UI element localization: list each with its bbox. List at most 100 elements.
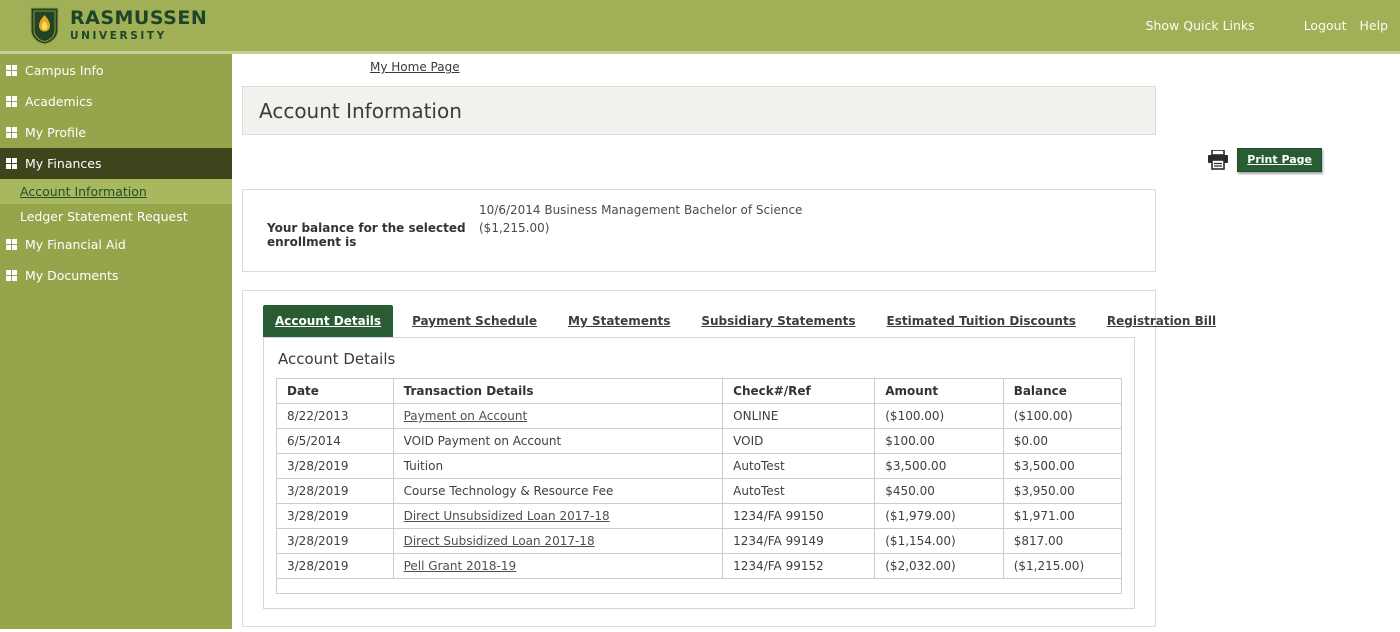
cell-ref: ONLINE [723, 404, 875, 429]
my-home-page-link[interactable]: My Home Page [370, 60, 460, 74]
cell-balance: ($100.00) [1003, 404, 1121, 429]
printer-icon[interactable] [1207, 150, 1230, 170]
tab-payment-schedule[interactable]: Payment Schedule [400, 305, 549, 337]
cell-balance: $3,950.00 [1003, 479, 1121, 504]
cell-date: 3/28/2019 [277, 504, 394, 529]
sidebar-item-my-financial-aid[interactable]: My Financial Aid [0, 229, 232, 260]
tab-subsidiary-statements[interactable]: Subsidiary Statements [689, 305, 867, 337]
header-links: Show Quick Links Logout Help [1146, 18, 1388, 33]
print-page-button[interactable]: Print Page [1237, 148, 1322, 172]
grid-icon [6, 158, 17, 169]
transaction-detail-link[interactable]: Direct Unsubsidized Loan 2017-18 [404, 509, 610, 523]
grid-icon [6, 127, 17, 138]
cell-amount: ($1,979.00) [875, 504, 1003, 529]
tab-registration-bill[interactable]: Registration Bill [1095, 305, 1228, 337]
balance-summary-box: 10/6/2014 Business Management Bachelor o… [242, 189, 1156, 272]
cell-details: Direct Subsidized Loan 2017-18 [393, 529, 723, 554]
cell-date: 3/28/2019 [277, 554, 394, 579]
cell-ref: 1234/FA 99150 [723, 504, 875, 529]
column-header-date: Date [277, 379, 394, 404]
table-row: 3/28/2019 Direct Unsubsidized Loan 2017-… [277, 504, 1122, 529]
sidebar-nav: Campus Info Academics My Profile My Fina… [0, 54, 232, 629]
cell-date: 3/28/2019 [277, 529, 394, 554]
sidebar-item-label: Campus Info [25, 63, 104, 78]
table-header-row: Date Transaction Details Check#/Ref Amou… [277, 379, 1122, 404]
cell-balance: $3,500.00 [1003, 454, 1121, 479]
table-row: 8/22/2013 Payment on Account ONLINE ($10… [277, 404, 1122, 429]
transactions-table: Date Transaction Details Check#/Ref Amou… [276, 378, 1122, 594]
column-header-ref: Check#/Ref [723, 379, 875, 404]
cell-amount: ($1,154.00) [875, 529, 1003, 554]
logo-text: RASMUSSEN UNIVERSITY [70, 9, 207, 42]
shield-flame-icon [30, 7, 59, 45]
grid-icon [6, 239, 17, 250]
tab-estimated-tuition-discounts[interactable]: Estimated Tuition Discounts [875, 305, 1088, 337]
tab-account-details[interactable]: Account Details [263, 305, 393, 337]
column-header-amount: Amount [875, 379, 1003, 404]
cell-details: Pell Grant 2018-19 [393, 554, 723, 579]
empty-footer-cell [277, 579, 1122, 594]
transaction-detail-link[interactable]: Payment on Account [404, 409, 528, 423]
table-row: 3/28/2019 Tuition AutoTest $3,500.00 $3,… [277, 454, 1122, 479]
cell-details: Tuition [393, 454, 723, 479]
transaction-detail-link[interactable]: Pell Grant 2018-19 [404, 559, 517, 573]
tab-my-statements[interactable]: My Statements [556, 305, 682, 337]
page-title: Account Information [259, 99, 462, 123]
grid-icon [6, 270, 17, 281]
cell-ref: VOID [723, 429, 875, 454]
sidebar-item-account-information[interactable]: Account Information [0, 179, 232, 204]
cell-balance: $1,971.00 [1003, 504, 1121, 529]
cell-date: 3/28/2019 [277, 479, 394, 504]
cell-ref: 1234/FA 99152 [723, 554, 875, 579]
table-row: 6/5/2014 VOID Payment on Account VOID $1… [277, 429, 1122, 454]
main-content: My Home Page Account Information Print P… [232, 54, 1400, 629]
cell-balance: ($1,215.00) [1003, 554, 1121, 579]
cell-ref: 1234/FA 99149 [723, 529, 875, 554]
show-quick-links-link[interactable]: Show Quick Links [1146, 18, 1255, 33]
balance-amount: ($1,215.00) [479, 221, 1155, 249]
cell-amount: ($2,032.00) [875, 554, 1003, 579]
column-header-details: Transaction Details [393, 379, 723, 404]
cell-amount: $100.00 [875, 429, 1003, 454]
cell-date: 6/5/2014 [277, 429, 394, 454]
balance-label: Your balance for the selected enrollment… [267, 221, 479, 249]
cell-ref: AutoTest [723, 454, 875, 479]
cell-balance: $817.00 [1003, 529, 1121, 554]
transaction-detail-link[interactable]: Direct Subsidized Loan 2017-18 [404, 534, 595, 548]
logo-subname: UNIVERSITY [70, 31, 207, 42]
grid-icon [6, 96, 17, 107]
sidebar-item-ledger-statement-request[interactable]: Ledger Statement Request [0, 204, 232, 229]
cell-date: 3/28/2019 [277, 454, 394, 479]
cell-amount: $3,500.00 [875, 454, 1003, 479]
table-row: 3/28/2019 Direct Subsidized Loan 2017-18… [277, 529, 1122, 554]
sidebar-item-label: My Finances [25, 156, 102, 171]
grid-icon [6, 65, 17, 76]
account-details-panel: Account Details Date Transaction Details… [263, 337, 1135, 609]
cell-details: Payment on Account [393, 404, 723, 429]
table-row: 3/28/2019 Pell Grant 2018-19 1234/FA 991… [277, 554, 1122, 579]
sidebar-item-label: My Profile [25, 125, 86, 140]
help-link[interactable]: Help [1360, 18, 1389, 33]
column-header-balance: Balance [1003, 379, 1121, 404]
section-title: Account Details [278, 350, 1122, 368]
cell-ref: AutoTest [723, 479, 875, 504]
account-tabs-panel: Account Details Payment Schedule My Stat… [242, 290, 1156, 627]
cell-amount: $450.00 [875, 479, 1003, 504]
cell-balance: $0.00 [1003, 429, 1121, 454]
enrollment-text: 10/6/2014 Business Management Bachelor o… [479, 203, 1155, 217]
sidebar-item-my-documents[interactable]: My Documents [0, 260, 232, 291]
top-header-bar: RASMUSSEN UNIVERSITY Show Quick Links Lo… [0, 0, 1400, 54]
sidebar-item-my-profile[interactable]: My Profile [0, 117, 232, 148]
sidebar-item-my-finances[interactable]: My Finances [0, 148, 232, 179]
logo-name: RASMUSSEN [70, 9, 207, 28]
sidebar-item-campus-info[interactable]: Campus Info [0, 55, 232, 86]
logout-link[interactable]: Logout [1304, 18, 1347, 33]
rasmussen-logo[interactable]: RASMUSSEN UNIVERSITY [30, 7, 207, 45]
cell-details: VOID Payment on Account [393, 429, 723, 454]
cell-date: 8/22/2013 [277, 404, 394, 429]
page-title-bar: Account Information [242, 86, 1156, 135]
sidebar-item-academics[interactable]: Academics [0, 86, 232, 117]
cell-details: Direct Unsubsidized Loan 2017-18 [393, 504, 723, 529]
tab-strip: Account Details Payment Schedule My Stat… [263, 305, 1135, 337]
sidebar-item-label: My Documents [25, 268, 118, 283]
